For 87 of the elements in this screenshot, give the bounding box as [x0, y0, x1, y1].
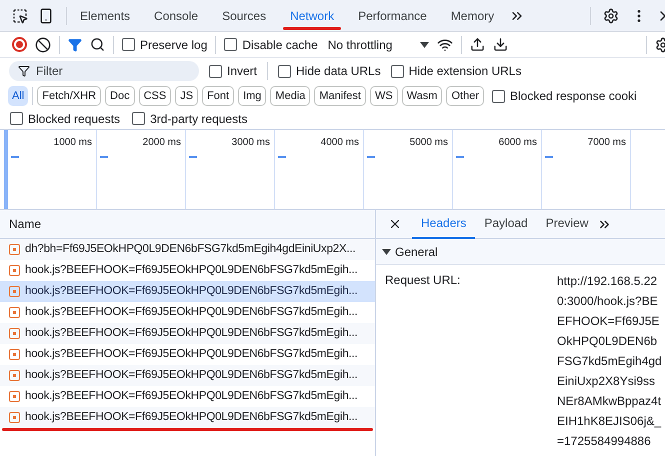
type-filter-chip[interactable]: Img	[238, 86, 266, 106]
request-name: dh?bh=Ff69J5EOkHPQ0L9DEN6bFSG7kd5mEgih4gdEiniUxp2X...	[25, 242, 356, 257]
time-tick-label: 5000 ms	[410, 136, 448, 150]
close-icon[interactable]	[388, 217, 402, 231]
request-name: hook.js?BEEFHOOK=Ff69J5EOkHPQ0L9DEN6bFSG7kd5mEgih...	[25, 410, 358, 425]
field-value: http://192.168.5.220:3000/hook.js?BEEFHOOK=Ff69J5EOkHPQ0L9DEN6bFSG7kd5mEgih4gdEiniUxp2X8Ysi9ssNEr8AMkwBppaz4tEIH1hK8EJIS06j&_=1725584994886	[557, 273, 663, 450]
panel-tab[interactable]: Memory	[440, 0, 506, 32]
request-name: hook.js?BEEFHOOK=Ff69J5EOkHPQ0L9DEN6bFSG7kd5mEgih...	[25, 326, 358, 341]
checkbox-label: Disable cache	[242, 36, 318, 54]
checkbox-label: Invert	[227, 63, 258, 80]
script-icon	[9, 370, 20, 381]
type-filter-chip[interactable]: CSS	[138, 86, 172, 106]
checkbox-label: Hide data URLs	[296, 63, 381, 80]
checkbox[interactable]	[10, 112, 23, 125]
checkbox-label: Preserve log	[140, 36, 208, 54]
panel-tab[interactable]: Elements	[69, 0, 142, 32]
search-icon[interactable]	[90, 37, 105, 52]
type-filter-chip[interactable]: Other	[446, 86, 484, 106]
section-header[interactable]: General	[376, 239, 665, 265]
network-conditions-icon[interactable]	[437, 36, 454, 52]
script-icon	[9, 265, 20, 276]
download-icon[interactable]	[493, 37, 508, 52]
time-tick-label: 7000 ms	[588, 136, 626, 150]
request-name: hook.js?BEEFHOOK=Ff69J5EOkHPQ0L9DEN6bFSG7kd5mEgih...	[25, 304, 358, 320]
checkbox-label: 3rd-party requests	[150, 110, 248, 128]
type-filter-chip[interactable]: Fetch/XHR	[37, 86, 102, 106]
time-tick-label: 3000 ms	[232, 136, 270, 150]
script-icon	[9, 349, 20, 360]
request-name: hook.js?BEEFHOOK=Ff69J5EOkHPQ0L9DEN6bFSG7kd5mEgih...	[25, 388, 358, 404]
inspect-icon[interactable]	[12, 8, 28, 24]
script-icon	[9, 412, 20, 423]
time-tick-label: 1000 ms	[54, 136, 92, 150]
script-icon	[9, 307, 20, 318]
type-filter-chip[interactable]: Doc	[105, 86, 135, 106]
type-filter-chip[interactable]: WS	[370, 86, 398, 106]
column-header[interactable]: Name	[0, 210, 375, 239]
script-icon	[9, 286, 20, 297]
panel-tab[interactable]: Sources	[211, 0, 278, 32]
script-icon	[9, 328, 20, 339]
panel-tab[interactable]: Performance	[347, 0, 438, 32]
caret-icon	[382, 248, 391, 254]
checkbox-label: Hide extension URLs	[408, 63, 522, 80]
request-name: hook.js?BEEFHOOK=Ff69J5EOkHPQ0L9DEN6bFSG7kd5mEgih...	[25, 346, 358, 362]
panel-tab[interactable]: Console	[143, 0, 210, 32]
field-label: Request URL:	[385, 272, 462, 289]
filter-icon	[18, 65, 30, 77]
checkbox[interactable]	[390, 64, 404, 78]
request-row[interactable]: hook.js?BEEFHOOK=Ff69J5EOkHPQ0L9DEN6bFSG7kd5mEgih...	[0, 365, 375, 386]
checkbox[interactable]	[492, 90, 505, 102]
record-icon[interactable]	[12, 37, 27, 52]
type-filter-chip[interactable]: JS	[175, 86, 198, 106]
checkbox-label: Blocked requests	[28, 110, 120, 128]
settings-icon[interactable]	[603, 8, 619, 24]
checkbox[interactable]	[209, 64, 222, 78]
time-tick-label: 6000 ms	[498, 136, 537, 150]
details-tab[interactable]: Preview	[536, 210, 598, 238]
type-filter-chip[interactable]: Manifest	[314, 86, 366, 106]
checkbox-label: Blocked response cooki	[510, 88, 637, 105]
details-tab[interactable]: Payload	[475, 210, 537, 238]
time-tick-label: 4000 ms	[320, 136, 359, 150]
type-filter-chip[interactable]: Wasm	[402, 86, 442, 106]
request-name: hook.js?BEEFHOOK=Ff69J5EOkHPQ0L9DEN6bFSG7kd5mEgih...	[25, 368, 358, 383]
checkbox[interactable]	[132, 112, 146, 125]
request-row[interactable]: hook.js?BEEFHOOK=Ff69J5EOkHPQ0L9DEN6bFSG7kd5mEgih...	[0, 407, 375, 428]
filter-icon[interactable]	[68, 38, 82, 52]
script-icon	[9, 391, 20, 402]
request-name: hook.js?BEEFHOOK=Ff69J5EOkHPQ0L9DEN6bFSG7kd5mEgih...	[25, 262, 358, 278]
type-filter-chip[interactable]: Font	[202, 86, 234, 106]
panel-tab[interactable]: Network	[279, 0, 346, 32]
device-icon[interactable]	[38, 8, 54, 24]
type-filter-chip[interactable]: All	[8, 86, 28, 106]
request-row[interactable]: hook.js?BEEFHOOK=Ff69J5EOkHPQ0L9DEN6bFSG7kd5mEgih...	[0, 323, 375, 344]
request-row[interactable]: hook.js?BEEFHOOK=Ff69J5EOkHPQ0L9DEN6bFSG7kd5mEgih...	[0, 281, 375, 302]
clear-icon[interactable]	[35, 36, 51, 52]
caret-icon	[420, 42, 430, 48]
upload-icon[interactable]	[470, 37, 486, 52]
checkbox[interactable]	[224, 38, 238, 51]
type-filter-chip[interactable]: Media	[270, 86, 310, 106]
time-tick-label: 2000 ms	[142, 136, 181, 150]
filter-field[interactable]: Filter	[9, 61, 199, 81]
request-name: hook.js?BEEFHOOK=Ff69J5EOkHPQ0L9DEN6bFSG7kd5mEgih...	[25, 284, 358, 299]
throttling-select[interactable]: No throttling	[328, 36, 430, 54]
request-row[interactable]: dh?bh=Ff69J5EOkHPQ0L9DEN6bFSG7kd5mEgih4gdEiniUxp2X...	[0, 239, 375, 260]
highlight-underline	[283, 26, 342, 30]
checkbox[interactable]	[278, 64, 292, 78]
checkbox[interactable]	[122, 38, 135, 51]
script-icon	[9, 244, 20, 255]
